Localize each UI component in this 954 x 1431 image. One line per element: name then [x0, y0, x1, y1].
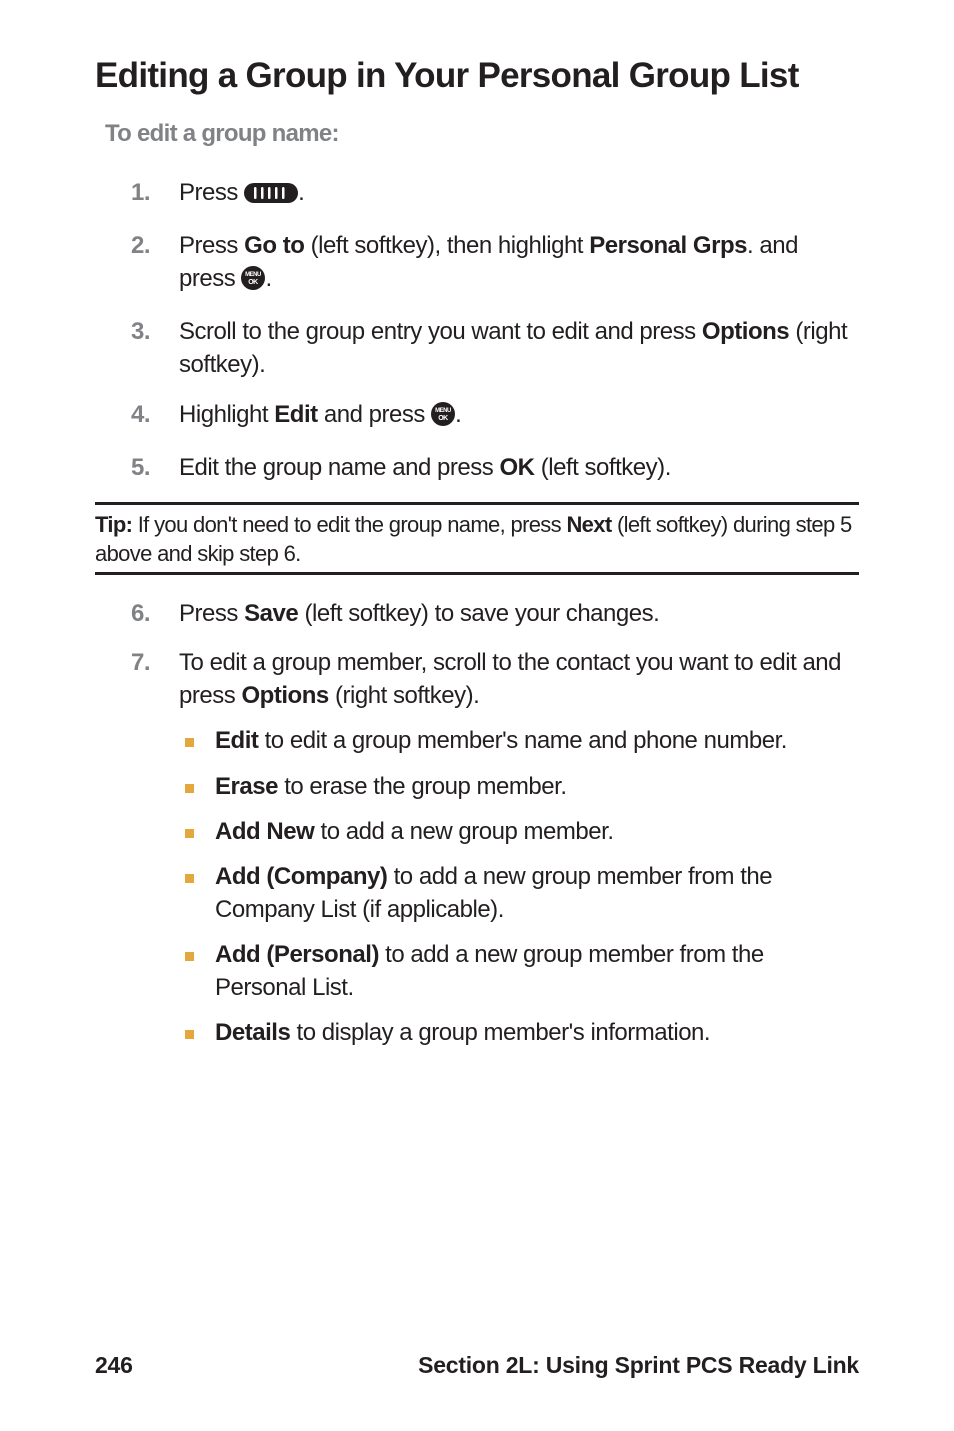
svg-text:MENU: MENU [246, 272, 262, 278]
menu-ok-icon: MENUOK [431, 402, 455, 435]
step-text: (right softkey). [329, 682, 480, 709]
step-4: 4. Highlight Edit and press MENUOK. [131, 398, 859, 435]
svg-text:MENU: MENU [435, 408, 451, 414]
step-number: 1. [131, 176, 150, 209]
divider [95, 502, 859, 505]
step-7: 7. To edit a group member, scroll to the… [131, 646, 859, 1049]
section-label: Section 2L: Using Sprint PCS Ready Link [418, 1352, 859, 1379]
walkie-talkie-icon [244, 180, 298, 213]
sub-item-erase: Erase to erase the group member. [179, 770, 859, 803]
page-title: Editing a Group in Your Personal Group L… [95, 56, 859, 96]
sub-text: to display a group member's information. [290, 1019, 710, 1046]
step-2: 2. Press Go to (left softkey), then high… [131, 229, 859, 299]
step-number: 7. [131, 646, 150, 679]
step-bold: Options [702, 318, 789, 345]
sub-item-add-personal: Add (Personal) to add a new group member… [179, 938, 859, 1004]
step-5: 5. Edit the group name and press OK (lef… [131, 451, 859, 484]
step-text: Highlight [179, 401, 274, 428]
step-text-end: . [455, 401, 461, 428]
sub-heading: To edit a group name: [105, 120, 859, 148]
step-text: (left softkey). [535, 454, 671, 481]
sub-bold: Add (Personal) [215, 941, 379, 968]
step-text: and press [318, 401, 431, 428]
step-text-end: . [265, 265, 271, 292]
sub-bold: Erase [215, 773, 278, 800]
steps-list-2: 6. Press Save (left softkey) to save you… [95, 597, 859, 1049]
step-text: (left softkey) to save your changes. [298, 600, 659, 627]
sub-item-edit: Edit to edit a group member's name and p… [179, 724, 859, 757]
step-text: Press [179, 232, 244, 259]
sub-text: to edit a group member's name and phone … [258, 727, 787, 754]
step-bold: Save [244, 600, 298, 627]
step-bold: Edit [274, 401, 317, 428]
step-text: Scroll to the group entry you want to ed… [179, 318, 702, 345]
page-footer: 246 Section 2L: Using Sprint PCS Ready L… [95, 1352, 859, 1379]
sub-item-add-company: Add (Company) to add a new group member … [179, 860, 859, 926]
step-bold: OK [499, 454, 534, 481]
svg-text:OK: OK [438, 415, 448, 422]
divider [95, 572, 859, 575]
sub-bold: Details [215, 1019, 290, 1046]
step-6: 6. Press Save (left softkey) to save you… [131, 597, 859, 630]
sub-bold: Add New [215, 818, 314, 845]
step-bold: Go to [244, 232, 304, 259]
step-1: 1. Press . [131, 176, 859, 213]
sub-text: to add a new group member. [314, 818, 613, 845]
step-number: 2. [131, 229, 150, 262]
svg-text:OK: OK [249, 279, 259, 286]
step-bold: Personal Grps [589, 232, 747, 259]
tip-box: Tip: If you don't need to edit the group… [95, 510, 859, 569]
step-number: 5. [131, 451, 150, 484]
step-3: 3. Scroll to the group entry you want to… [131, 315, 859, 381]
sub-text: to erase the group member. [278, 773, 567, 800]
page-number: 246 [95, 1352, 133, 1379]
step-text: Press [179, 600, 244, 627]
sub-item-details: Details to display a group member's info… [179, 1016, 859, 1049]
step-bold: Options [241, 682, 328, 709]
step-number: 6. [131, 597, 150, 630]
step-number: 3. [131, 315, 150, 348]
menu-ok-icon: MENUOK [241, 266, 265, 299]
step-text: (left softkey), then highlight [304, 232, 589, 259]
tip-text: If you don't need to edit the group name… [138, 512, 567, 537]
sub-list: Edit to edit a group member's name and p… [179, 724, 859, 1049]
sub-bold: Edit [215, 727, 258, 754]
step-text: Edit the group name and press [179, 454, 499, 481]
step-number: 4. [131, 398, 150, 431]
step-text-end: . [298, 179, 304, 206]
sub-item-add-new: Add New to add a new group member. [179, 815, 859, 848]
tip-label: Tip: [95, 512, 138, 537]
steps-list-1: 1. Press . 2. Press Go to (left softkey)… [95, 176, 859, 484]
step-text: Press [179, 179, 244, 206]
tip-bold: Next [566, 512, 611, 537]
sub-bold: Add (Company) [215, 863, 387, 890]
